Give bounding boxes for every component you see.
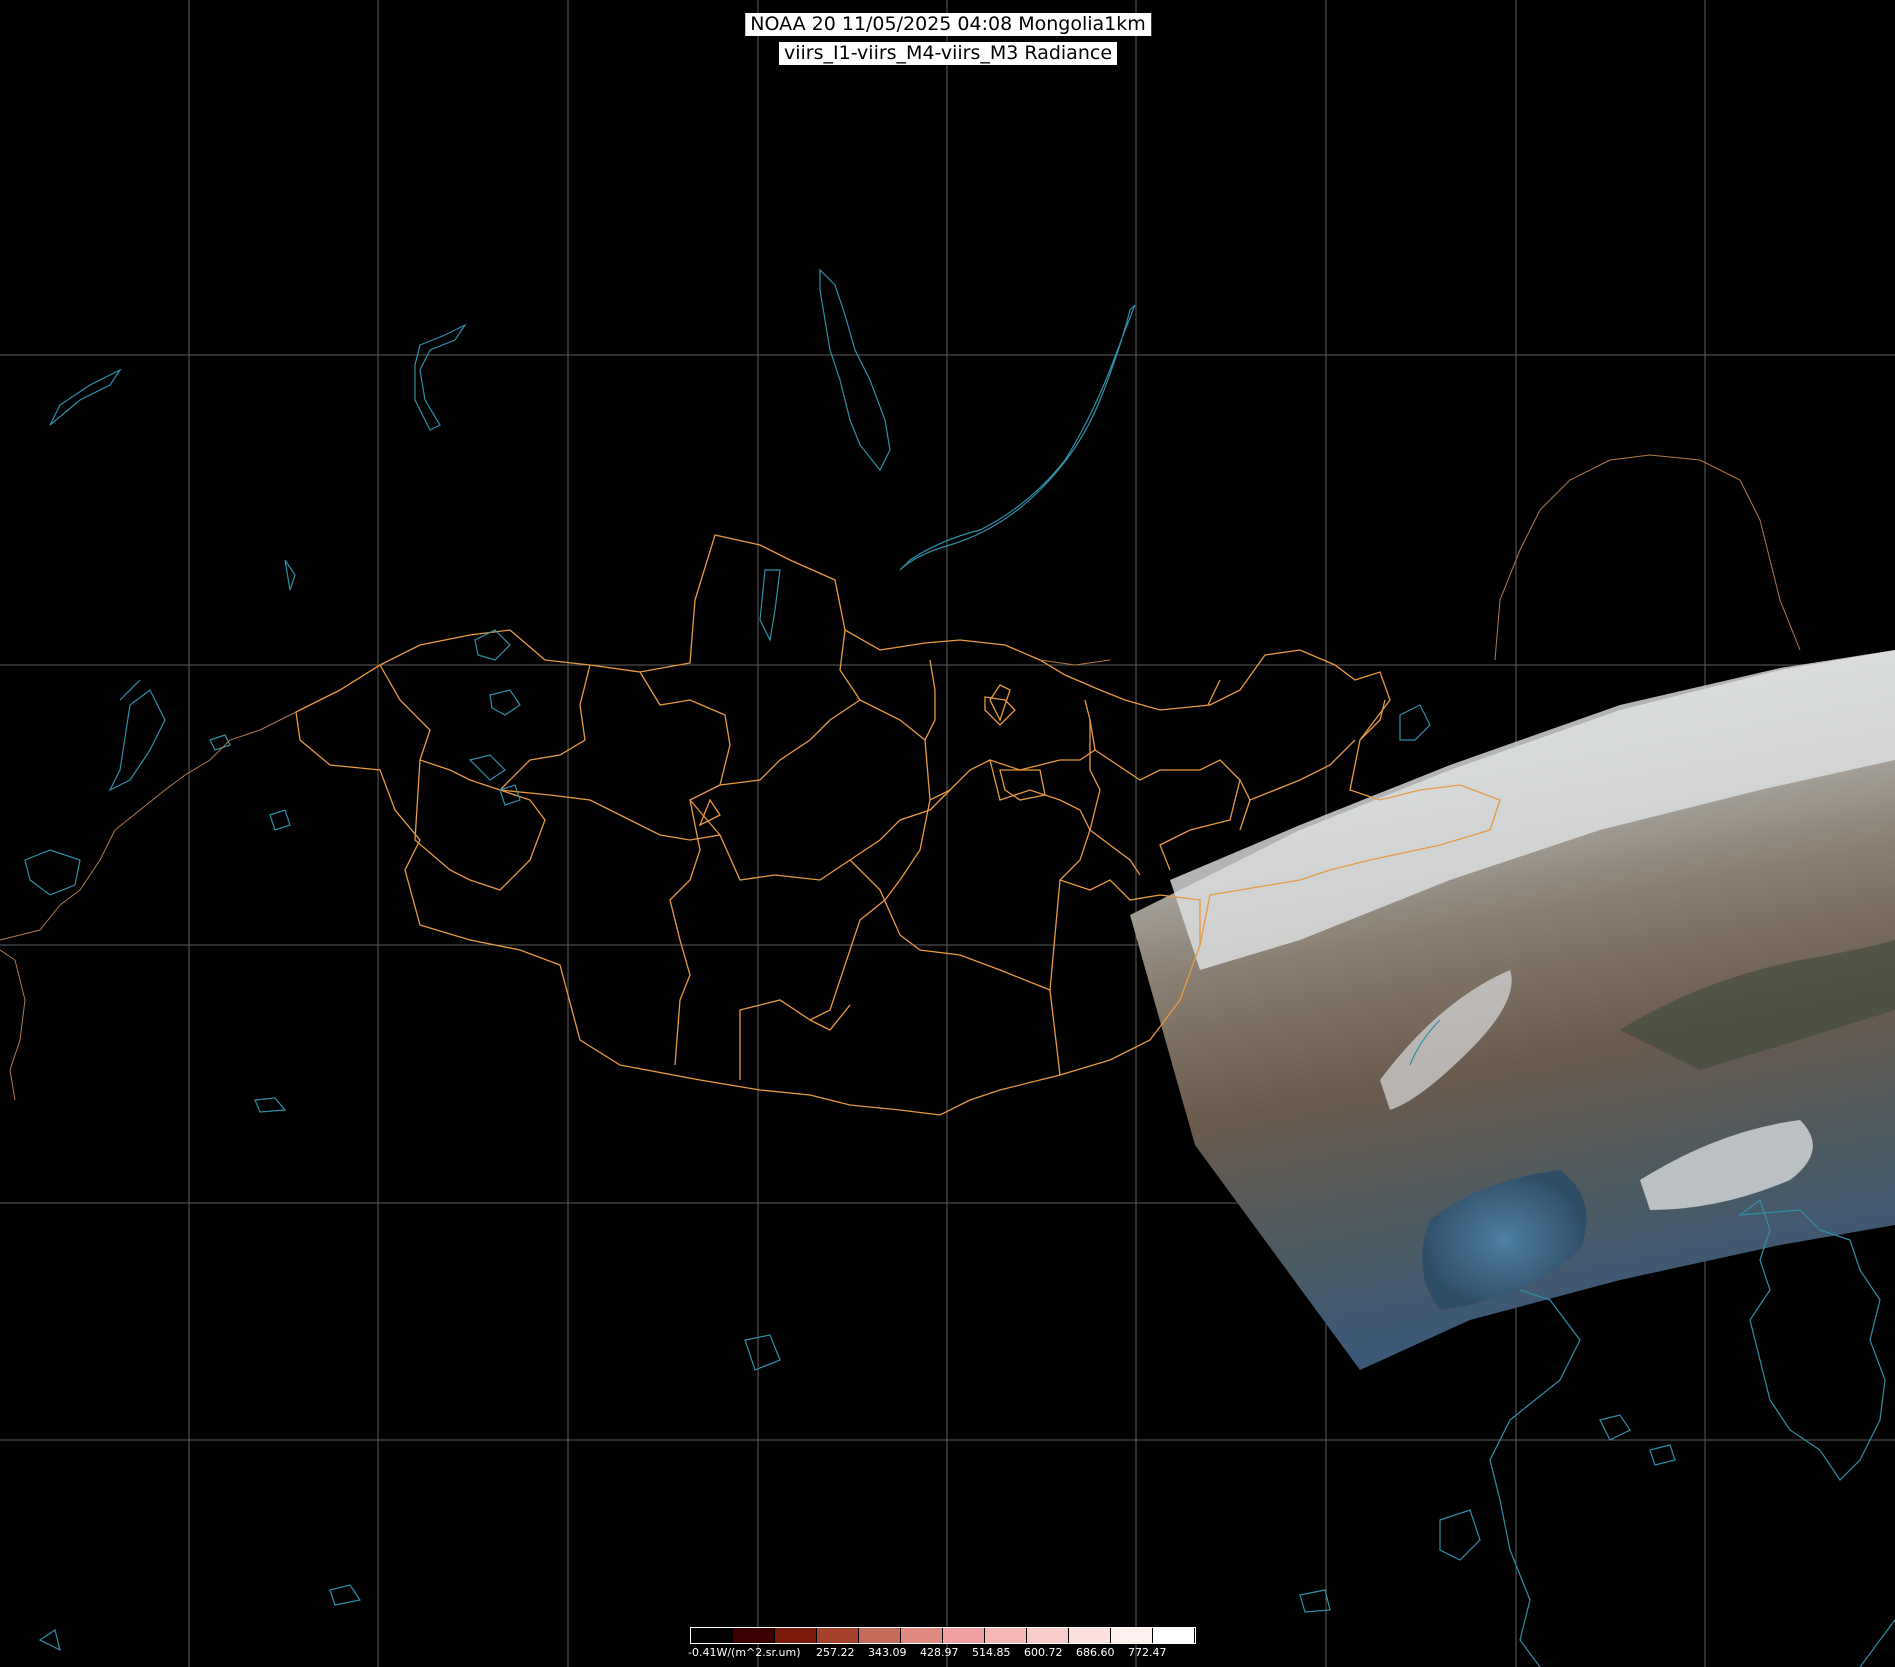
colorbar-swatch: [1153, 1628, 1195, 1643]
colorbar-tick-3: 428.97: [920, 1646, 959, 1659]
colorbar-swatch: [733, 1628, 775, 1643]
colorbar-swatch: [817, 1628, 859, 1643]
colorbar-swatch: [859, 1628, 901, 1643]
map-title-line-1: NOAA 20 11/05/2025 04:08 Mongolia1km: [745, 13, 1151, 36]
colorbar-legend: -0.41W/(m^2.sr.um) 257.22 343.09 428.97 …: [688, 1624, 1204, 1667]
colorbar-swatch: [943, 1628, 985, 1643]
colorbar-tick-2: 343.09: [868, 1646, 907, 1659]
colorbar-swatch: [985, 1628, 1027, 1643]
colorbar-tick-5: 600.72: [1024, 1646, 1063, 1659]
colorbar-tick-1: 257.22: [816, 1646, 855, 1659]
colorbar: [690, 1627, 1196, 1644]
map-title-line-2: viirs_I1-viirs_M4-viirs_M3 Radiance: [778, 42, 1118, 65]
colorbar-min-label: -0.41W/(m^2.sr.um): [688, 1646, 801, 1659]
colorbar-tick-6: 686.60: [1076, 1646, 1115, 1659]
colorbar-swatch: [901, 1628, 943, 1643]
colorbar-tick-4: 514.85: [972, 1646, 1011, 1659]
colorbar-tick-7: 772.47: [1128, 1646, 1167, 1659]
colorbar-swatch: [1069, 1628, 1111, 1643]
colorbar-labels: -0.41W/(m^2.sr.um) 257.22 343.09 428.97 …: [688, 1646, 1180, 1659]
colorbar-swatch: [1027, 1628, 1069, 1643]
map-canvas: [0, 0, 1895, 1667]
colorbar-swatch: [691, 1628, 733, 1643]
colorbar-swatch: [1111, 1628, 1153, 1643]
colorbar-swatch: [775, 1628, 817, 1643]
